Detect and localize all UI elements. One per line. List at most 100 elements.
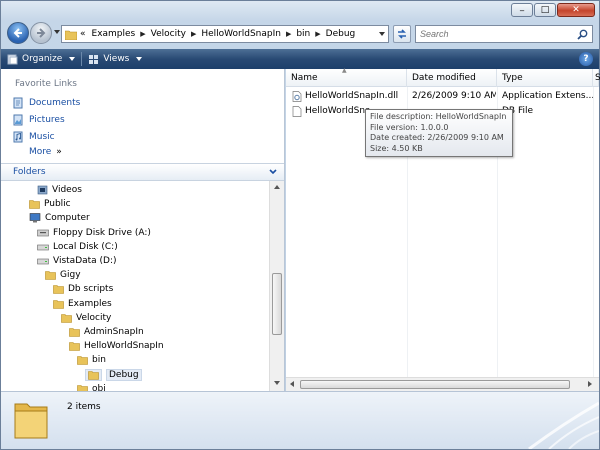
- folder-icon: [69, 341, 80, 351]
- music-icon: [13, 131, 23, 143]
- back-button[interactable]: [7, 22, 29, 44]
- file-row[interactable]: HelloWorldSnapIn.dll 2/26/2009 9:10 AM A…: [286, 89, 593, 103]
- folder-tree-item[interactable]: Debug: [85, 368, 142, 382]
- breadcrumb-bin[interactable]: bin: [296, 29, 310, 39]
- tooltip-line: Size: 4.50 KB: [370, 143, 423, 153]
- folder-tree-label: Computer: [45, 213, 90, 224]
- help-button[interactable]: ?: [579, 52, 593, 66]
- favorite-link-music[interactable]: Music: [13, 131, 55, 143]
- views-label: Views: [103, 54, 130, 64]
- close-button[interactable]: ✕: [557, 3, 595, 17]
- folders-header[interactable]: Folders: [1, 163, 284, 181]
- folder-tree-item[interactable]: bin: [77, 353, 106, 367]
- folder-icon: [77, 384, 88, 391]
- folder-tree-label: Velocity: [76, 312, 112, 323]
- search-icon[interactable]: [577, 29, 588, 40]
- column-headers: Name ▲ Date modified Type S: [286, 67, 600, 87]
- search-box[interactable]: [415, 25, 593, 43]
- folder-tree-label: Debug: [106, 368, 142, 381]
- folder-tree-label: Floppy Disk Drive (A:): [53, 227, 151, 238]
- scroll-up-icon[interactable]: [274, 185, 280, 189]
- chevron-right-icon[interactable]: ▶: [191, 30, 196, 38]
- folder-tree-label: obj: [92, 383, 106, 391]
- folder-icon: [45, 270, 56, 280]
- folder-tree-item[interactable]: AdminSnapIn: [69, 325, 144, 339]
- organize-icon: [7, 54, 18, 64]
- organize-button[interactable]: Organize: [1, 49, 81, 69]
- breadcrumb-examples[interactable]: Examples: [92, 29, 136, 39]
- scrollbar-thumb[interactable]: [272, 273, 282, 335]
- folder-tree-item[interactable]: Db scripts: [53, 282, 113, 296]
- column-header-label: S: [595, 73, 600, 83]
- minimize-icon: ‒: [519, 5, 525, 15]
- more-links-label: More: [29, 147, 52, 157]
- breadcrumb-overflow[interactable]: «: [80, 29, 86, 39]
- favorite-link-label: Documents: [29, 98, 81, 108]
- folder-tree-item[interactable]: Videos: [37, 183, 82, 197]
- decorative-swoosh: [528, 401, 599, 449]
- folder-tree-item[interactable]: Velocity: [61, 311, 111, 325]
- file-name: HelloWorldSnapIn.dll: [305, 91, 399, 101]
- folder-tree-item[interactable]: Gigy: [45, 268, 81, 282]
- views-icon: [89, 54, 99, 64]
- item-count: 2 items: [67, 402, 101, 412]
- folder-tree-item[interactable]: HelloWorldSnapIn: [69, 339, 164, 353]
- forward-button[interactable]: [30, 22, 52, 44]
- pictures-icon: [13, 114, 23, 126]
- refresh-button[interactable]: [393, 25, 411, 43]
- floppy-icon: [37, 228, 49, 238]
- breadcrumb-debug[interactable]: Debug: [326, 29, 356, 39]
- favorite-link-documents[interactable]: Documents: [13, 97, 80, 109]
- column-header-label: Date modified: [412, 73, 476, 83]
- column-header-name[interactable]: Name ▲: [286, 67, 407, 87]
- minimize-button[interactable]: ‒: [511, 3, 533, 17]
- more-links-button[interactable]: More »: [29, 147, 62, 157]
- views-button[interactable]: Views: [82, 49, 148, 69]
- computer-icon: [29, 213, 41, 223]
- folder-tree-label: HelloWorldSnapIn: [84, 341, 164, 352]
- dll-file-icon: [292, 90, 302, 102]
- address-bar[interactable]: « Examples ▶ Velocity ▶ HelloWorldSnapIn ▶ …: [61, 25, 389, 43]
- documents-icon: [13, 97, 23, 109]
- folder-tree: Videos Public Computer Floppy Disk Drive (A…: [1, 181, 269, 391]
- scroll-right-icon[interactable]: [588, 381, 592, 387]
- favorite-link-label: Music: [29, 132, 55, 142]
- column-divider: [593, 87, 594, 377]
- folder-tree-item[interactable]: Computer: [29, 211, 90, 225]
- chevron-right-icon[interactable]: ▶: [315, 30, 320, 38]
- favorite-links-header: Favorite Links: [15, 79, 77, 89]
- folder-tree-item[interactable]: Examples: [53, 297, 112, 311]
- folder-tree-label: Public: [44, 199, 71, 210]
- scroll-down-icon[interactable]: [274, 381, 280, 385]
- folder-tree-item[interactable]: Floppy Disk Drive (A:): [37, 226, 151, 240]
- column-header-size[interactable]: S: [593, 69, 600, 87]
- favorite-link-pictures[interactable]: Pictures: [13, 114, 65, 126]
- maximize-button[interactable]: □: [534, 3, 556, 17]
- scrollbar-thumb[interactable]: [300, 380, 570, 389]
- chevron-down-icon: [69, 57, 76, 61]
- breadcrumb-velocity[interactable]: Velocity: [151, 29, 186, 39]
- column-header-date-modified[interactable]: Date modified: [407, 69, 497, 87]
- folder-tree-item[interactable]: Public: [29, 197, 71, 211]
- folder-tree-label: Videos: [52, 185, 82, 195]
- file-type: Application Extens...: [502, 91, 593, 101]
- chevron-right-icon[interactable]: ▶: [286, 30, 291, 38]
- folder-tree-item[interactable]: obj: [77, 382, 106, 391]
- column-header-type[interactable]: Type: [497, 69, 593, 87]
- folder-tree-label: AdminSnapIn: [84, 327, 144, 337]
- column-header-label: Type: [502, 73, 523, 83]
- file-list-horizontal-scrollbar[interactable]: [286, 377, 599, 391]
- folder-tree-label: Db scripts: [68, 284, 114, 295]
- search-input[interactable]: [420, 29, 570, 39]
- chevron-right-icon[interactable]: ▶: [140, 30, 145, 38]
- scroll-left-icon[interactable]: [290, 381, 294, 387]
- explorer-window: ‒ □ ✕ « Examples ▶ Velocity ▶ HelloWorldSn…: [0, 0, 600, 450]
- navigation-pane: Favorite Links Documents Pictures Music …: [1, 69, 285, 391]
- recent-pages-dropdown[interactable]: [54, 30, 60, 34]
- folder-tree-item[interactable]: Local Disk (C:): [37, 240, 118, 254]
- breadcrumb-helloworldsnapin[interactable]: HelloWorldSnapIn: [201, 29, 281, 39]
- folder-tree-item[interactable]: VistaData (D:): [37, 254, 117, 268]
- address-dropdown[interactable]: [379, 32, 385, 36]
- folder-tree-scrollbar[interactable]: [269, 181, 284, 391]
- chevron-down-icon[interactable]: [268, 167, 278, 177]
